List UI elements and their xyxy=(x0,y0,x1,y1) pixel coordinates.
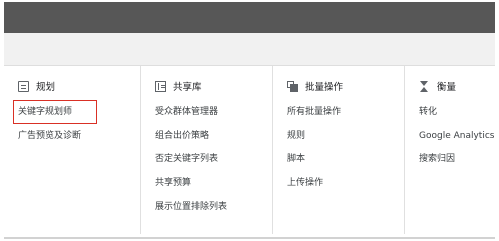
menu-item-placement-exclusion-lists[interactable]: 展示位置排除列表 xyxy=(155,201,227,213)
measurement-title: 衡量 xyxy=(437,82,457,93)
shared-library-column: 共享库 受众群体管理器 组合出价策略 否定关键字列表 共享预算 展示位置排除列表 xyxy=(140,66,273,234)
bulk-actions-title: 批量操作 xyxy=(305,82,344,93)
measurement-column: 衡量 转化 Google Analytics（ 搜索归因 xyxy=(404,66,496,234)
shared-library-title: 共享库 xyxy=(173,82,202,93)
menu-item-negative-keyword-lists[interactable]: 否定关键字列表 xyxy=(155,153,218,165)
top-app-bar xyxy=(4,2,495,33)
planning-column: 规划 关键字规划师 广告预览及诊断 xyxy=(4,66,140,234)
menu-item-search-attribution[interactable]: 搜索归因 xyxy=(419,153,455,165)
sub-header-bar xyxy=(4,33,495,66)
menu-item-uploads[interactable]: 上传操作 xyxy=(287,177,323,189)
menu-item-keyword-planner[interactable]: 关键字规划师 xyxy=(18,106,72,118)
menu-item-portfolio-bid-strategies[interactable]: 组合出价策略 xyxy=(155,130,209,142)
menu-item-conversions[interactable]: 转化 xyxy=(419,106,437,118)
bulk-actions-header: 批量操作 xyxy=(287,79,343,93)
measurement-header: 衡量 xyxy=(419,79,456,93)
library-icon xyxy=(155,80,166,92)
shared-library-header: 共享库 xyxy=(155,79,202,93)
planning-title: 规划 xyxy=(36,82,56,93)
panel-bottom-divider xyxy=(4,237,495,239)
planning-icon xyxy=(18,80,29,92)
menu-item-google-analytics[interactable]: Google Analytics（ xyxy=(419,130,496,142)
menu-item-scripts[interactable]: 脚本 xyxy=(287,153,305,165)
copy-icon xyxy=(287,80,298,92)
menu-item-ad-preview-diagnosis[interactable]: 广告预览及诊断 xyxy=(18,130,81,142)
bulk-actions-column: 批量操作 所有批量操作 规则 脚本 上传操作 xyxy=(272,66,405,234)
menu-item-shared-budgets[interactable]: 共享预算 xyxy=(155,177,191,189)
menu-item-all-bulk-actions[interactable]: 所有批量操作 xyxy=(287,106,341,118)
menu-item-rules[interactable]: 规则 xyxy=(287,130,305,142)
hourglass-icon xyxy=(419,80,430,92)
tools-menu-panel: 规划 关键字规划师 广告预览及诊断 共享库 受众群体管理器 组合出价策略 否定关… xyxy=(4,66,496,237)
menu-item-audience-manager[interactable]: 受众群体管理器 xyxy=(155,106,218,118)
planning-header: 规划 xyxy=(18,79,55,93)
